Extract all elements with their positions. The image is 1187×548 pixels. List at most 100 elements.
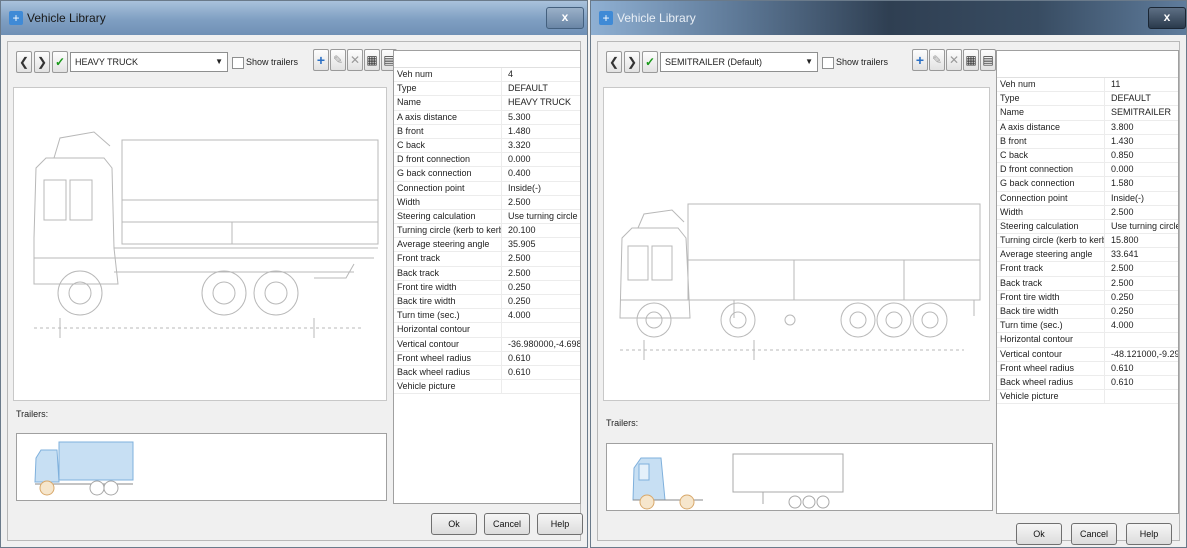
property-value[interactable]: 0.250 <box>1105 305 1178 318</box>
help-button[interactable]: Help <box>1126 523 1172 545</box>
property-value[interactable]: 0.610 <box>502 352 580 365</box>
next-vehicle-button[interactable]: ❯ <box>624 51 640 73</box>
property-row[interactable]: Front wheel radius 0.610 <box>394 351 580 366</box>
property-value[interactable]: 0.610 <box>502 366 580 379</box>
property-row[interactable]: A axis distance 3.800 <box>997 120 1178 135</box>
property-row[interactable]: Back tire width 0.250 <box>997 305 1178 320</box>
property-value[interactable] <box>1105 390 1178 403</box>
property-value[interactable]: 2.500 <box>502 252 580 265</box>
property-row[interactable]: Turn time (sec.) 4.000 <box>997 319 1178 334</box>
property-value[interactable]: 0.850 <box>1105 149 1178 162</box>
property-value[interactable]: 2.500 <box>1105 262 1178 275</box>
property-value[interactable]: 2.500 <box>502 196 580 209</box>
property-value[interactable]: 0.000 <box>1105 163 1178 176</box>
property-row[interactable]: Back track 2.500 <box>997 276 1178 291</box>
property-value[interactable]: 11 <box>1105 78 1178 91</box>
property-value[interactable]: SEMITRAILER <box>1105 106 1178 119</box>
property-row[interactable]: C back 0.850 <box>997 148 1178 164</box>
vehicle-select-dropdown[interactable]: SEMITRAILER (Default) ▼ <box>660 52 818 72</box>
title-bar[interactable]: + Vehicle Library x <box>1 1 587 35</box>
property-value[interactable]: 2.500 <box>502 267 580 280</box>
property-value[interactable]: 2.500 <box>1105 206 1178 219</box>
property-value[interactable]: 3.320 <box>502 139 580 152</box>
property-value[interactable]: Inside(-) <box>1105 192 1178 205</box>
property-row[interactable]: Steering calculation Use turning circle <box>394 209 580 225</box>
trailers-panel[interactable] <box>606 443 993 511</box>
title-bar[interactable]: + Vehicle Library x <box>591 1 1186 35</box>
property-row[interactable]: B front 1.430 <box>997 134 1178 149</box>
property-row[interactable]: B front 1.480 <box>394 124 580 139</box>
property-value[interactable]: 33.641 <box>1105 248 1178 261</box>
property-row[interactable]: Type DEFAULT <box>394 82 580 97</box>
property-value[interactable]: Inside(-) <box>502 182 580 195</box>
property-row[interactable]: Front track 2.500 <box>997 262 1178 277</box>
add-vehicle-button[interactable]: + <box>313 49 329 71</box>
property-value[interactable]: 0.610 <box>1105 376 1178 389</box>
edit-vehicle-button[interactable]: ✎ <box>330 49 346 71</box>
property-value[interactable]: -36.980000,-4.698000,... <box>502 338 580 351</box>
property-value[interactable]: DEFAULT <box>1105 92 1178 105</box>
property-value[interactable]: 0.250 <box>1105 291 1178 304</box>
previous-vehicle-button[interactable]: ❮ <box>16 51 32 73</box>
confirm-button[interactable]: ✓ <box>52 51 68 73</box>
semitrailer-thumbnail[interactable] <box>723 446 853 510</box>
property-row[interactable]: C back 3.320 <box>394 138 580 154</box>
property-row[interactable]: Veh num 11 <box>997 78 1178 93</box>
property-value[interactable]: 0.400 <box>502 167 580 180</box>
previous-vehicle-button[interactable]: ❮ <box>606 51 622 73</box>
property-row[interactable]: Vertical contour-48.121000,-9.293000,... <box>997 347 1178 362</box>
property-value[interactable]: 0.250 <box>502 281 580 294</box>
property-row[interactable]: Back track 2.500 <box>394 266 580 281</box>
ok-button[interactable]: Ok <box>1016 523 1062 545</box>
property-value[interactable]: 15.800 <box>1105 234 1178 247</box>
property-value[interactable] <box>502 380 580 393</box>
property-value[interactable]: 4 <box>502 68 580 81</box>
property-row[interactable]: Connection point Inside(-) <box>997 191 1178 206</box>
property-row[interactable]: Back wheel radius 0.610 <box>997 375 1178 391</box>
delete-vehicle-button[interactable]: ✕ <box>347 49 363 71</box>
property-row[interactable]: Vehicle picture <box>394 380 580 395</box>
property-value[interactable]: 5.300 <box>502 111 580 124</box>
cancel-button[interactable]: Cancel <box>1071 523 1117 545</box>
ok-button[interactable]: Ok <box>431 513 477 535</box>
property-row[interactable]: Steering calculation Use turning circle <box>997 219 1178 235</box>
property-value[interactable]: Use turning circle <box>1105 220 1178 233</box>
property-value[interactable]: 1.430 <box>1105 135 1178 148</box>
property-value[interactable]: HEAVY TRUCK <box>502 96 580 109</box>
property-row[interactable]: Average steering angle 33.641 <box>997 248 1178 263</box>
property-value[interactable]: 0.000 <box>502 153 580 166</box>
close-button[interactable]: x <box>546 7 584 29</box>
heavy-truck-thumbnail[interactable] <box>25 436 145 500</box>
property-row[interactable]: G back connection 1.580 <box>997 177 1178 192</box>
help-button[interactable]: Help <box>537 513 583 535</box>
show-trailers-checkbox[interactable] <box>822 57 834 69</box>
property-row[interactable]: Turning circle (kerb to kerb) 20.100 <box>394 224 580 239</box>
vehicle-select-dropdown[interactable]: HEAVY TRUCK ▼ <box>70 52 228 72</box>
show-trailers-checkbox[interactable] <box>232 57 244 69</box>
edit-vehicle-button[interactable]: ✎ <box>929 49 945 71</box>
import-vehicle-button[interactable]: ▦ <box>364 49 380 71</box>
property-value[interactable]: Use turning circle <box>502 210 580 223</box>
property-row[interactable]: Width 2.500 <box>394 195 580 210</box>
property-value[interactable] <box>1105 333 1178 346</box>
confirm-button[interactable]: ✓ <box>642 51 658 73</box>
property-row[interactable]: Vertical contour-36.980000,-4.698000,... <box>394 337 580 352</box>
vehicle-properties-grid[interactable]: Veh num 11 Type DEFAULT Name SEMITRAILER A axi… <box>996 50 1179 514</box>
property-row[interactable]: Back tire width 0.250 <box>394 295 580 310</box>
property-value[interactable]: 4.000 <box>502 309 580 322</box>
property-row[interactable]: Back wheel radius 0.610 <box>394 365 580 381</box>
property-row[interactable]: Type DEFAULT <box>997 92 1178 107</box>
cancel-button[interactable]: Cancel <box>484 513 530 535</box>
import-vehicle-button[interactable]: ▦ <box>963 49 979 71</box>
property-value[interactable]: -48.121000,-9.293000,... <box>1105 348 1178 361</box>
property-row[interactable]: G back connection 0.400 <box>394 167 580 182</box>
property-row[interactable]: Horizontal contour <box>394 323 580 338</box>
next-vehicle-button[interactable]: ❯ <box>34 51 50 73</box>
delete-vehicle-button[interactable]: ✕ <box>946 49 962 71</box>
property-row[interactable]: Average steering angle 35.905 <box>394 238 580 253</box>
property-value[interactable]: 20.100 <box>502 224 580 237</box>
property-value[interactable]: 1.580 <box>1105 177 1178 190</box>
close-button[interactable]: x <box>1148 7 1186 29</box>
property-value[interactable]: 0.250 <box>502 295 580 308</box>
property-row[interactable]: Turning circle (kerb to kerb) 15.800 <box>997 234 1178 249</box>
